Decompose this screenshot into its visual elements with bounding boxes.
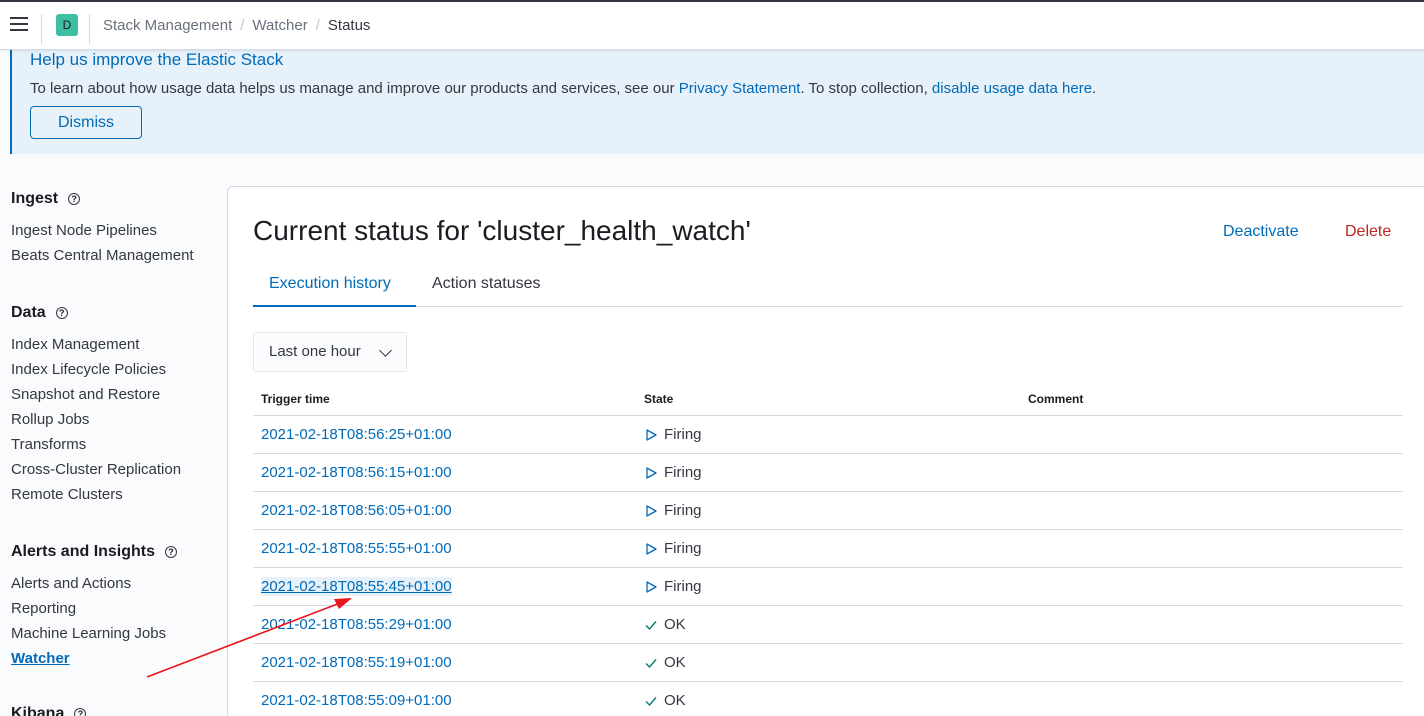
header-divider xyxy=(41,14,42,44)
trigger-time-link[interactable]: 2021-02-18T08:55:09+01:00 xyxy=(261,692,452,709)
trigger-time-link[interactable]: 2021-02-18T08:55:19+01:00 xyxy=(261,654,452,671)
trigger-time-link[interactable]: 2021-02-18T08:56:05+01:00 xyxy=(261,502,452,519)
trigger-time-link[interactable]: 2021-02-18T08:55:55+01:00 xyxy=(261,540,452,557)
trigger-time-link[interactable]: 2021-02-18T08:55:29+01:00 xyxy=(261,616,452,633)
state-cell: Firing xyxy=(644,426,702,443)
status-tabs: Execution history Action statuses xyxy=(253,267,1403,307)
sidebar-item-snapshot-and-restore[interactable]: Snapshot and Restore xyxy=(11,382,181,407)
play-icon xyxy=(644,466,664,480)
sidebar-item-remote-clusters[interactable]: Remote Clusters xyxy=(11,482,181,507)
sidebar-item-machine-learning-jobs[interactable]: Machine Learning Jobs xyxy=(11,621,177,646)
state-label: Firing xyxy=(664,464,702,481)
sidebar-group-title: Ingest xyxy=(11,190,59,207)
state-label: OK xyxy=(664,616,686,633)
breadcrumb-stack-management[interactable]: Stack Management xyxy=(103,17,232,34)
table-row: 2021-02-18T08:55:55+01:00 Firing xyxy=(253,530,1403,568)
sidebar-item-beats-central-management[interactable]: Beats Central Management xyxy=(11,243,194,268)
callout-text: To learn about how usage data helps us m… xyxy=(30,80,1097,97)
privacy-statement-link[interactable]: Privacy Statement xyxy=(679,80,801,97)
play-icon xyxy=(644,504,664,518)
state-cell: Firing xyxy=(644,540,702,557)
sidebar-group-title: Kibana xyxy=(11,705,65,716)
callout-title: Help us improve the Elastic Stack xyxy=(30,50,284,69)
time-range-select[interactable]: Last one hour xyxy=(253,332,407,372)
trigger-time-link[interactable]: 2021-02-18T08:56:25+01:00 xyxy=(261,426,452,443)
telemetry-callout: Help us improve the Elastic Stack To lea… xyxy=(10,50,1424,154)
column-header-trigger-time[interactable]: Trigger time xyxy=(261,392,330,406)
column-header-comment[interactable]: Comment xyxy=(1028,392,1083,406)
state-cell: OK xyxy=(644,654,686,671)
space-avatar[interactable]: D xyxy=(56,14,78,36)
help-icon[interactable]: ? xyxy=(165,546,178,558)
breadcrumb-separator: / xyxy=(240,17,245,34)
table-header: Trigger time State Comment xyxy=(253,381,1403,416)
sidebar-group-alerts-and-insights: Alerts and Insights? Alerts and Actions … xyxy=(11,542,178,671)
state-cell: Firing xyxy=(644,578,702,595)
state-cell: Firing xyxy=(644,464,702,481)
sidebar-item-watcher[interactable]: Watcher xyxy=(11,646,177,671)
deactivate-button[interactable]: Deactivate xyxy=(1223,223,1299,241)
tab-execution-history[interactable]: Execution history xyxy=(253,267,416,307)
play-icon xyxy=(644,542,664,556)
state-cell: OK xyxy=(644,692,686,709)
header-divider xyxy=(89,14,90,44)
table-row: 2021-02-18T08:56:25+01:00 Firing xyxy=(253,416,1403,454)
breadcrumb-status: Status xyxy=(327,17,371,34)
disable-usage-data-link[interactable]: disable usage data here xyxy=(932,80,1092,97)
breadcrumb: Stack Management / Watcher / Status xyxy=(103,17,370,34)
delete-button[interactable]: Delete xyxy=(1345,223,1391,241)
state-cell: OK xyxy=(644,616,686,633)
sidebar-item-rollup-jobs[interactable]: Rollup Jobs xyxy=(11,407,181,432)
state-label: OK xyxy=(664,692,686,709)
sidebar-item-alerts-and-actions[interactable]: Alerts and Actions xyxy=(11,571,177,596)
check-icon xyxy=(644,656,664,670)
sidebar-item-index-management[interactable]: Index Management xyxy=(11,332,181,357)
check-icon xyxy=(644,694,664,708)
sidebar-item-ingest-node-pipelines[interactable]: Ingest Node Pipelines xyxy=(11,218,194,243)
help-icon[interactable]: ? xyxy=(68,193,81,205)
time-range-value: Last one hour xyxy=(269,343,361,360)
state-label: Firing xyxy=(664,540,702,557)
sidebar-item-transforms[interactable]: Transforms xyxy=(11,432,181,457)
play-icon xyxy=(644,580,664,594)
state-label: Firing xyxy=(664,426,702,443)
table-row: 2021-02-18T08:55:09+01:00 OK xyxy=(253,682,1403,716)
table-row: 2021-02-18T08:55:29+01:00 OK xyxy=(253,606,1403,644)
page-title: Current status for 'cluster_health_watch… xyxy=(253,215,751,246)
sidebar-group-ingest: Ingest? Ingest Node Pipelines Beats Cent… xyxy=(11,189,194,268)
help-icon[interactable]: ? xyxy=(55,307,68,319)
column-header-state[interactable]: State xyxy=(644,392,673,406)
state-cell: Firing xyxy=(644,502,702,519)
top-header: D Stack Management / Watcher / Status xyxy=(0,0,1424,50)
watch-status-panel: Current status for 'cluster_health_watch… xyxy=(227,186,1424,716)
help-icon[interactable]: ? xyxy=(74,708,87,716)
state-label: Firing xyxy=(664,578,702,595)
sidebar-group-kibana: Kibana? xyxy=(11,704,87,716)
state-label: Firing xyxy=(664,502,702,519)
trigger-time-link[interactable]: 2021-02-18T08:56:15+01:00 xyxy=(261,464,452,481)
tab-action-statuses[interactable]: Action statuses xyxy=(416,267,557,307)
execution-history-table: Trigger time State Comment 2021-02-18T08… xyxy=(253,381,1403,716)
table-row: 2021-02-18T08:55:19+01:00 OK xyxy=(253,644,1403,682)
sidebar-item-cross-cluster-replication[interactable]: Cross-Cluster Replication xyxy=(11,457,181,482)
breadcrumb-separator: / xyxy=(315,17,320,34)
table-row: 2021-02-18T08:56:15+01:00 Firing xyxy=(253,454,1403,492)
sidebar-item-index-lifecycle-policies[interactable]: Index Lifecycle Policies xyxy=(11,357,181,382)
chevron-down-icon xyxy=(379,344,392,357)
state-label: OK xyxy=(664,654,686,671)
sidebar-group-data: Data? Index Management Index Lifecycle P… xyxy=(11,303,181,507)
sidebar-item-reporting[interactable]: Reporting xyxy=(11,596,177,621)
menu-icon[interactable] xyxy=(10,17,28,33)
breadcrumb-watcher[interactable]: Watcher xyxy=(252,17,307,34)
table-row: 2021-02-18T08:56:05+01:00 Firing xyxy=(253,492,1403,530)
table-row: 2021-02-18T08:55:45+01:00 Firing xyxy=(253,568,1403,606)
sidebar-group-title: Data xyxy=(11,304,46,321)
trigger-time-link[interactable]: 2021-02-18T08:55:45+01:00 xyxy=(261,577,452,596)
play-icon xyxy=(644,428,664,442)
check-icon xyxy=(644,618,664,632)
sidebar-group-title: Alerts and Insights xyxy=(11,543,156,560)
dismiss-button[interactable]: Dismiss xyxy=(30,106,142,139)
